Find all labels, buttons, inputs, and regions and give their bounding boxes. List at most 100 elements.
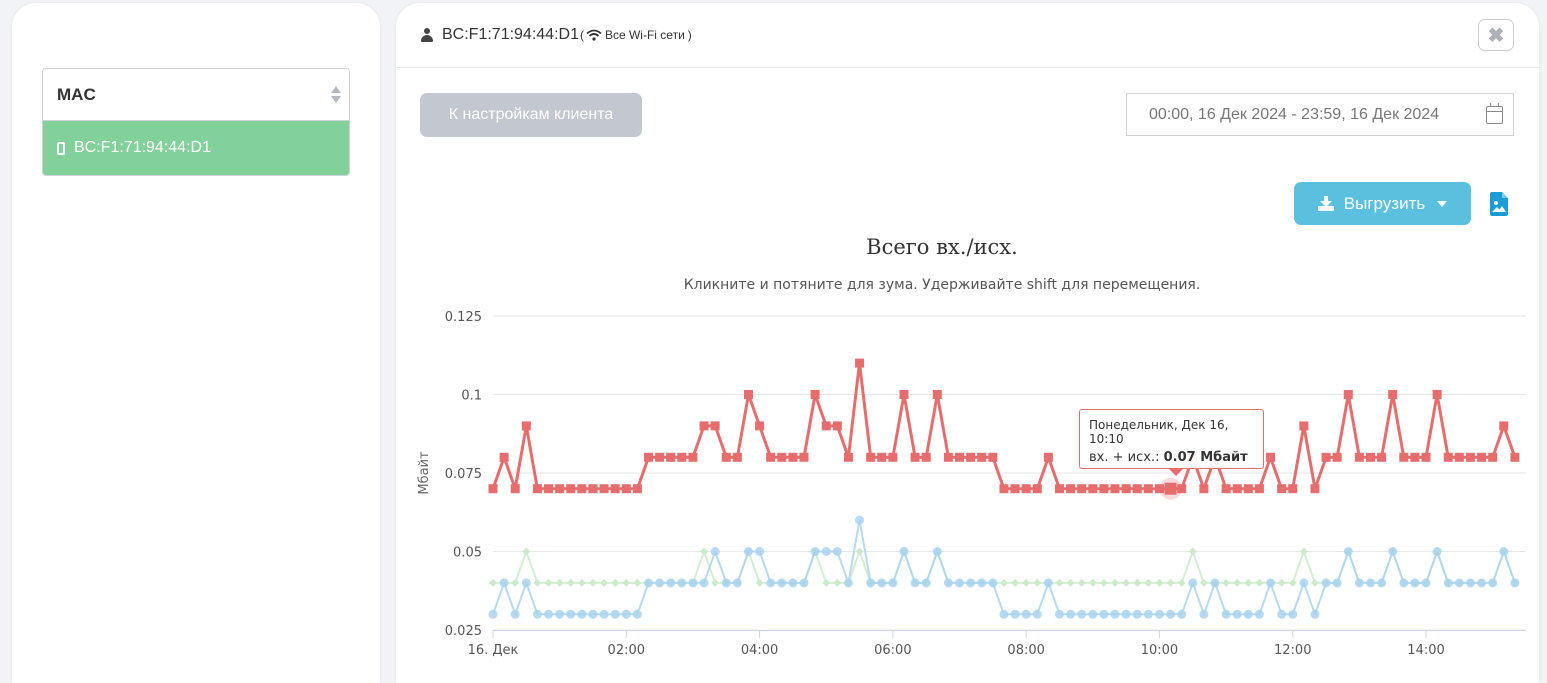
data-point-total[interactable] bbox=[810, 390, 820, 399]
data-point-in[interactable] bbox=[1432, 547, 1442, 556]
data-point-total[interactable] bbox=[1266, 452, 1276, 462]
data-point-total[interactable] bbox=[855, 358, 865, 368]
data-point-total[interactable] bbox=[1443, 452, 1453, 462]
data-point-out[interactable] bbox=[1222, 578, 1231, 587]
data-point-in[interactable] bbox=[1088, 609, 1098, 619]
data-point-total[interactable] bbox=[955, 452, 965, 462]
mac-row-selected[interactable]: BC:F1:71:94:44:D1 bbox=[43, 121, 349, 175]
traffic-chart[interactable]: 0.025 0.05 0.075 0.1 0.125 16. Дек 02:00 04:00 0… bbox=[396, 293, 1539, 673]
data-point-total[interactable] bbox=[1232, 484, 1242, 494]
data-point-total[interactable] bbox=[1354, 452, 1364, 462]
data-point-in[interactable] bbox=[1043, 578, 1053, 588]
data-point-out[interactable] bbox=[1244, 578, 1253, 587]
data-point-in[interactable] bbox=[910, 578, 920, 588]
data-point-in[interactable] bbox=[544, 609, 554, 619]
data-point-in[interactable] bbox=[743, 547, 753, 556]
data-point-in[interactable] bbox=[1032, 609, 1042, 619]
data-point-total[interactable] bbox=[1454, 452, 1464, 462]
data-point-in[interactable] bbox=[1277, 609, 1287, 619]
data-point-in[interactable] bbox=[621, 609, 631, 619]
data-point-total[interactable] bbox=[1299, 421, 1309, 431]
data-point-total[interactable] bbox=[921, 452, 931, 462]
data-point-out[interactable] bbox=[1122, 578, 1131, 587]
data-point-in[interactable] bbox=[899, 547, 909, 556]
data-point-out[interactable] bbox=[1144, 578, 1153, 587]
data-point-in[interactable] bbox=[1110, 609, 1120, 619]
data-point-total[interactable] bbox=[1066, 484, 1076, 494]
data-point-total[interactable] bbox=[1121, 484, 1131, 494]
data-point-total[interactable] bbox=[1477, 452, 1487, 462]
data-point-in[interactable] bbox=[1488, 578, 1498, 588]
data-point-in[interactable] bbox=[488, 609, 498, 619]
data-point-in[interactable] bbox=[610, 609, 620, 619]
data-point-in[interactable] bbox=[1210, 578, 1220, 588]
data-point-in[interactable] bbox=[1099, 609, 1109, 619]
data-point-total[interactable] bbox=[888, 452, 898, 462]
data-point-in[interactable] bbox=[1399, 578, 1409, 588]
data-point-total[interactable] bbox=[1465, 452, 1475, 462]
data-point-in[interactable] bbox=[521, 578, 531, 588]
data-point-out[interactable] bbox=[577, 578, 586, 587]
data-point-total[interactable] bbox=[1254, 484, 1264, 494]
data-point-total[interactable] bbox=[1421, 452, 1431, 462]
data-point-out[interactable] bbox=[1022, 578, 1031, 587]
data-point-out[interactable] bbox=[1166, 578, 1175, 587]
data-point-total[interactable] bbox=[999, 484, 1009, 494]
data-point-out[interactable] bbox=[489, 578, 497, 587]
data-point-out[interactable] bbox=[700, 547, 709, 556]
data-point-in[interactable] bbox=[721, 578, 731, 588]
data-point-total[interactable] bbox=[1099, 484, 1109, 494]
data-point-in[interactable] bbox=[1388, 547, 1398, 556]
data-point-in[interactable] bbox=[1054, 609, 1064, 619]
data-point-in[interactable] bbox=[821, 547, 831, 556]
date-range-picker[interactable]: 00:00, 16 Дек 2024 - 23:59, 16 Дек 2024 bbox=[1126, 93, 1514, 136]
data-point-in[interactable] bbox=[566, 609, 576, 619]
data-point-total[interactable] bbox=[1221, 484, 1231, 494]
data-point-total[interactable] bbox=[910, 452, 920, 462]
data-point-total[interactable] bbox=[532, 484, 542, 494]
data-point-total[interactable] bbox=[799, 452, 809, 462]
data-point-total[interactable] bbox=[1077, 484, 1087, 494]
data-point-in[interactable] bbox=[1310, 609, 1320, 619]
data-point-in[interactable] bbox=[977, 578, 987, 588]
data-point-out[interactable] bbox=[999, 578, 1008, 587]
data-point-in[interactable] bbox=[943, 578, 953, 588]
data-point-total[interactable] bbox=[1332, 452, 1342, 462]
data-point-out[interactable] bbox=[1299, 547, 1308, 556]
data-point-out[interactable] bbox=[600, 578, 609, 587]
data-point-in[interactable] bbox=[1443, 578, 1453, 588]
data-point-total[interactable] bbox=[566, 484, 576, 494]
data-point-in[interactable] bbox=[644, 578, 654, 588]
data-point-in[interactable] bbox=[1477, 578, 1487, 588]
mac-column-header[interactable]: MAC bbox=[43, 69, 349, 121]
data-point-total[interactable] bbox=[732, 452, 742, 462]
data-point-out[interactable] bbox=[1199, 578, 1208, 587]
data-point-total[interactable] bbox=[1132, 484, 1142, 494]
data-point-out[interactable] bbox=[833, 578, 842, 587]
data-point-in[interactable] bbox=[966, 578, 976, 588]
data-point-in[interactable] bbox=[1288, 609, 1298, 619]
data-point-out[interactable] bbox=[544, 578, 553, 587]
data-point-in[interactable] bbox=[666, 578, 676, 588]
data-point-out[interactable] bbox=[1310, 578, 1319, 587]
data-point-total[interactable] bbox=[1243, 484, 1253, 494]
data-point-total[interactable] bbox=[632, 484, 642, 494]
data-point-total[interactable] bbox=[932, 390, 942, 399]
hovered-data-point[interactable] bbox=[1164, 482, 1177, 495]
data-point-out[interactable] bbox=[1188, 547, 1197, 556]
data-point-in[interactable] bbox=[1465, 578, 1475, 588]
data-point-total[interactable] bbox=[1321, 452, 1331, 462]
data-point-in[interactable] bbox=[799, 578, 809, 588]
data-point-out[interactable] bbox=[1088, 578, 1097, 587]
data-point-total[interactable] bbox=[710, 421, 720, 431]
data-point-out[interactable] bbox=[622, 578, 631, 587]
data-point-total[interactable] bbox=[899, 390, 909, 399]
data-point-in[interactable] bbox=[1066, 609, 1076, 619]
data-point-total[interactable] bbox=[588, 484, 598, 494]
data-point-in[interactable] bbox=[955, 578, 965, 588]
data-point-total[interactable] bbox=[1510, 452, 1520, 462]
data-point-in[interactable] bbox=[1243, 609, 1253, 619]
data-point-in[interactable] bbox=[988, 578, 998, 588]
data-point-in[interactable] bbox=[1454, 578, 1464, 588]
data-point-total[interactable] bbox=[510, 484, 520, 494]
